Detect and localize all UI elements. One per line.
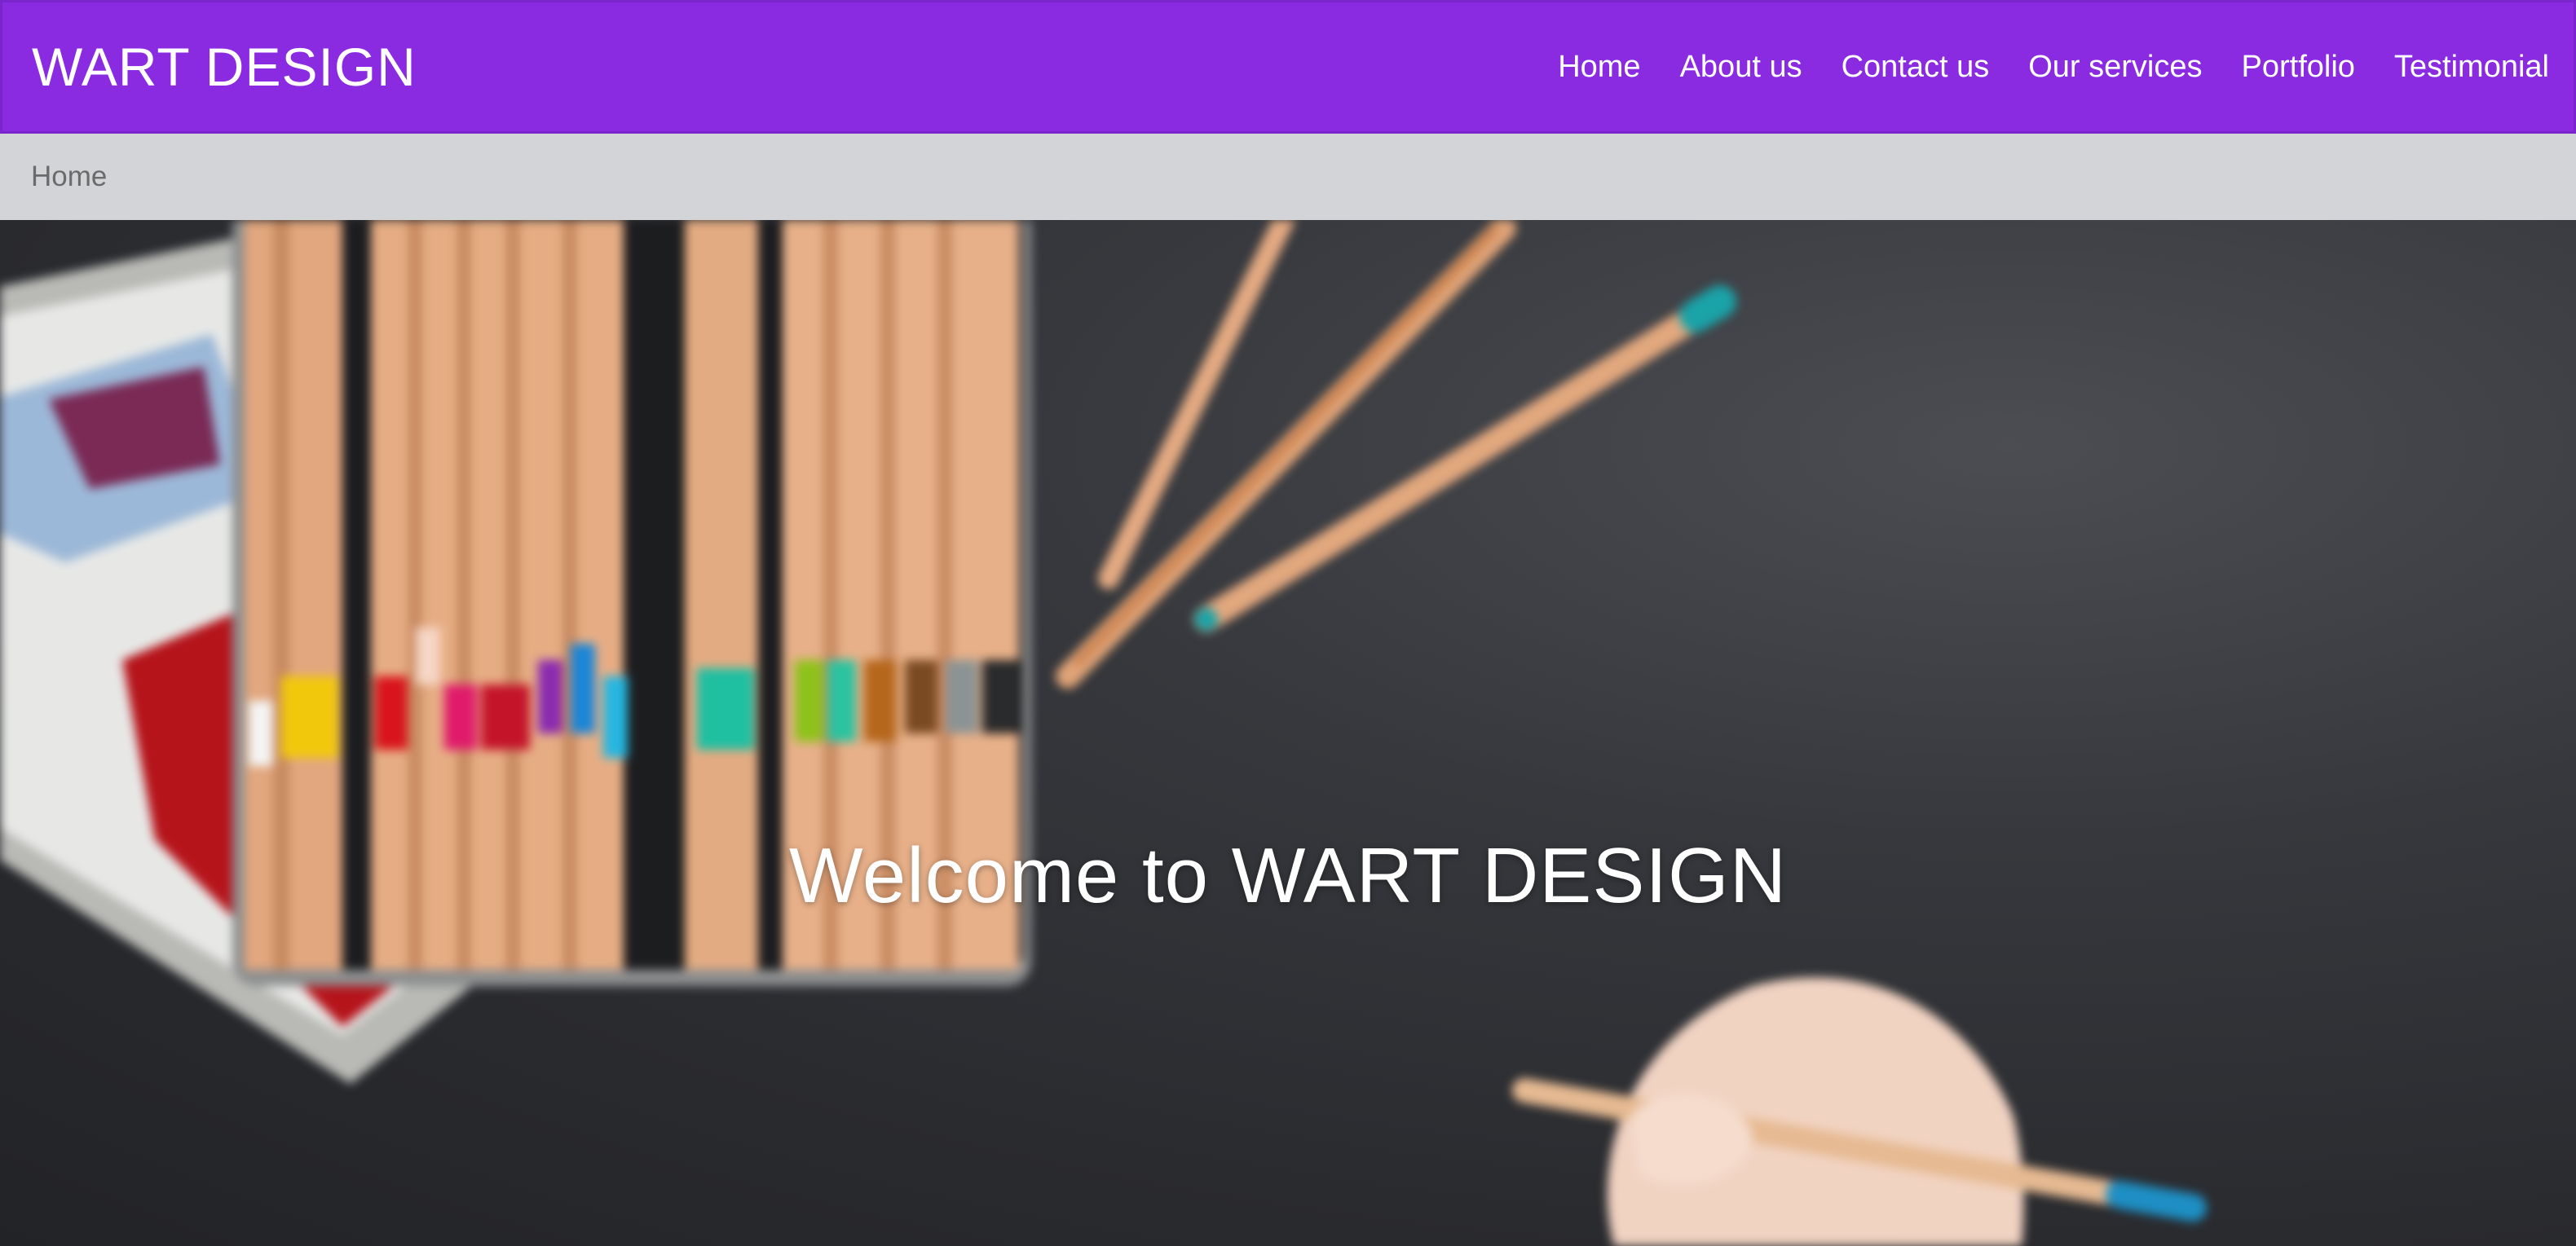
loose-pencils-illustration bbox=[1056, 220, 1736, 689]
nav-link-about-us[interactable]: About us bbox=[1680, 50, 1802, 85]
brand-logo[interactable]: WART DESIGN bbox=[32, 36, 417, 98]
nav-link-portfolio[interactable]: Portfolio bbox=[2242, 50, 2355, 85]
breadcrumb: Home bbox=[0, 134, 2576, 220]
nav-link-home[interactable]: Home bbox=[1558, 50, 1640, 85]
nav-link-contact-us[interactable]: Contact us bbox=[1842, 50, 1990, 85]
nav-link-testimonial[interactable]: Testimonial bbox=[2394, 50, 2549, 85]
hero-title: Welcome to WART DESIGN bbox=[788, 832, 1788, 919]
nav-link-our-services[interactable]: Our services bbox=[2028, 50, 2202, 85]
hero-banner: Welcome to WART DESIGN bbox=[0, 220, 2576, 1246]
hand-with-pencil-illustration bbox=[1512, 977, 2207, 1246]
page: WART DESIGN Home About us Contact us Our… bbox=[0, 0, 2576, 1246]
nav-links: Home About us Contact us Our services Po… bbox=[1519, 50, 2549, 85]
hero-background-image bbox=[0, 220, 2207, 1246]
breadcrumb-item-home[interactable]: Home bbox=[31, 161, 107, 193]
top-navbar: WART DESIGN Home About us Contact us Our… bbox=[0, 0, 2576, 134]
